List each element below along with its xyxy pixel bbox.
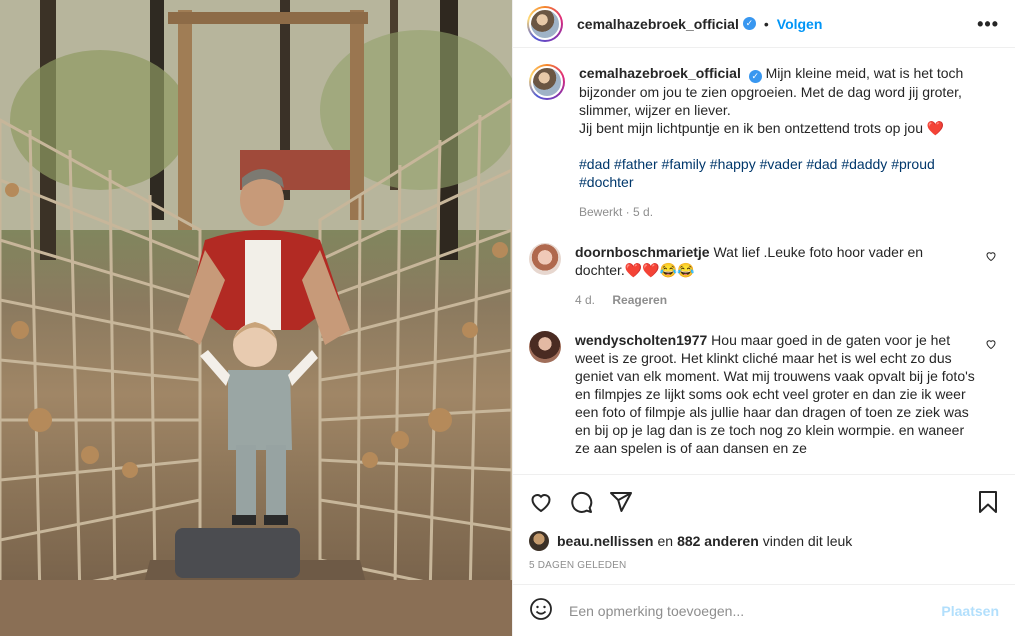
liker-avatar[interactable] [529,531,549,551]
commenter-avatar[interactable] [529,242,561,275]
comments-list[interactable]: cemalhazebroek_official ✓ Mijn kleine me… [513,48,1015,474]
separator-dot: • [763,15,769,32]
author-username[interactable]: cemalhazebroek_official [577,16,739,32]
reply-button[interactable]: Reageren [612,293,667,307]
hashtag-link[interactable]: #dad [579,156,610,172]
comment-heart-icon[interactable] [985,249,997,265]
comment-input[interactable] [569,602,942,619]
comment-row: wendyscholten1977 Hou maar goed in de ga… [529,330,999,457]
action-bar [513,474,1015,528]
author-avatar[interactable] [527,5,563,42]
instagram-post: cemalhazebroek_official ✓ • Volgen ••• c… [0,0,1015,636]
hashtag-link[interactable]: #vader [760,156,803,172]
comment-heart-icon[interactable] [985,337,997,353]
hashtag-link[interactable]: #proud [891,156,935,172]
first-liker[interactable]: beau.nellissen [557,533,653,549]
hashtag-link[interactable]: #daddy [841,156,887,172]
likes-others[interactable]: 882 anderen [677,533,759,549]
post-side-panel: cemalhazebroek_official ✓ • Volgen ••• c… [512,0,1015,636]
share-icon[interactable] [609,490,633,514]
commenter-avatar[interactable] [529,330,561,363]
child-figure [200,322,318,525]
caption-row: cemalhazebroek_official ✓ Mijn kleine me… [529,64,999,221]
wooden-post [350,10,364,220]
wooden-post [178,10,192,230]
likes-summary: beau.nellissen en 882 anderen vinden dit… [513,528,1015,554]
comment-text: Hou maar goed in de gaten voor je het we… [575,331,975,456]
post-photo[interactable] [0,0,512,636]
author-avatar[interactable] [529,64,565,100]
caption-line-2: Jij bent mijn lichtpuntje en ik ben ontz… [579,119,945,136]
add-comment-bar: Plaatsen [513,584,1015,636]
follow-button[interactable]: Volgen [777,16,823,32]
comment-icon[interactable] [569,490,593,514]
hashtag-link[interactable]: #family [662,156,706,172]
likes-connector: en [657,533,674,549]
comment-row: doornboschmarietje Wat lief .Leuke foto … [529,242,999,309]
post-date[interactable]: 5 dagen geleden [513,554,1015,584]
bridge-step [175,528,300,578]
verified-badge-icon: ✓ [742,17,756,30]
wooden-beam [168,12,368,24]
caption-meta: Bewerkt · 5 d. [579,204,654,219]
photo-illustration [0,0,512,636]
emoji-icon[interactable] [529,597,553,624]
hashtag-link[interactable]: #father [614,156,658,172]
hashtag-link[interactable]: #dochter [579,174,633,190]
verified-badge-icon: ✓ [748,69,762,83]
caption-username[interactable]: cemalhazebroek_official [579,65,741,81]
caption-hashtags: #dad #father #family #happy #vader #dad … [579,155,975,191]
post-header: cemalhazebroek_official ✓ • Volgen ••• [513,0,1015,48]
more-options-icon[interactable]: ••• [977,14,999,35]
bookmark-icon[interactable] [977,490,999,517]
hashtag-link[interactable]: #happy [710,156,756,172]
likes-suffix: vinden dit leuk [762,533,853,549]
heart-icon[interactable] [529,490,553,514]
comment-age[interactable]: 4 d. [575,293,595,307]
comment-username[interactable]: doornboschmarietje [575,244,710,260]
post-comment-button[interactable]: Plaatsen [941,603,999,619]
hashtag-link[interactable]: #dad [806,156,837,172]
comment-username[interactable]: wendyscholten1977 [575,332,707,348]
log-foreground [0,580,512,636]
